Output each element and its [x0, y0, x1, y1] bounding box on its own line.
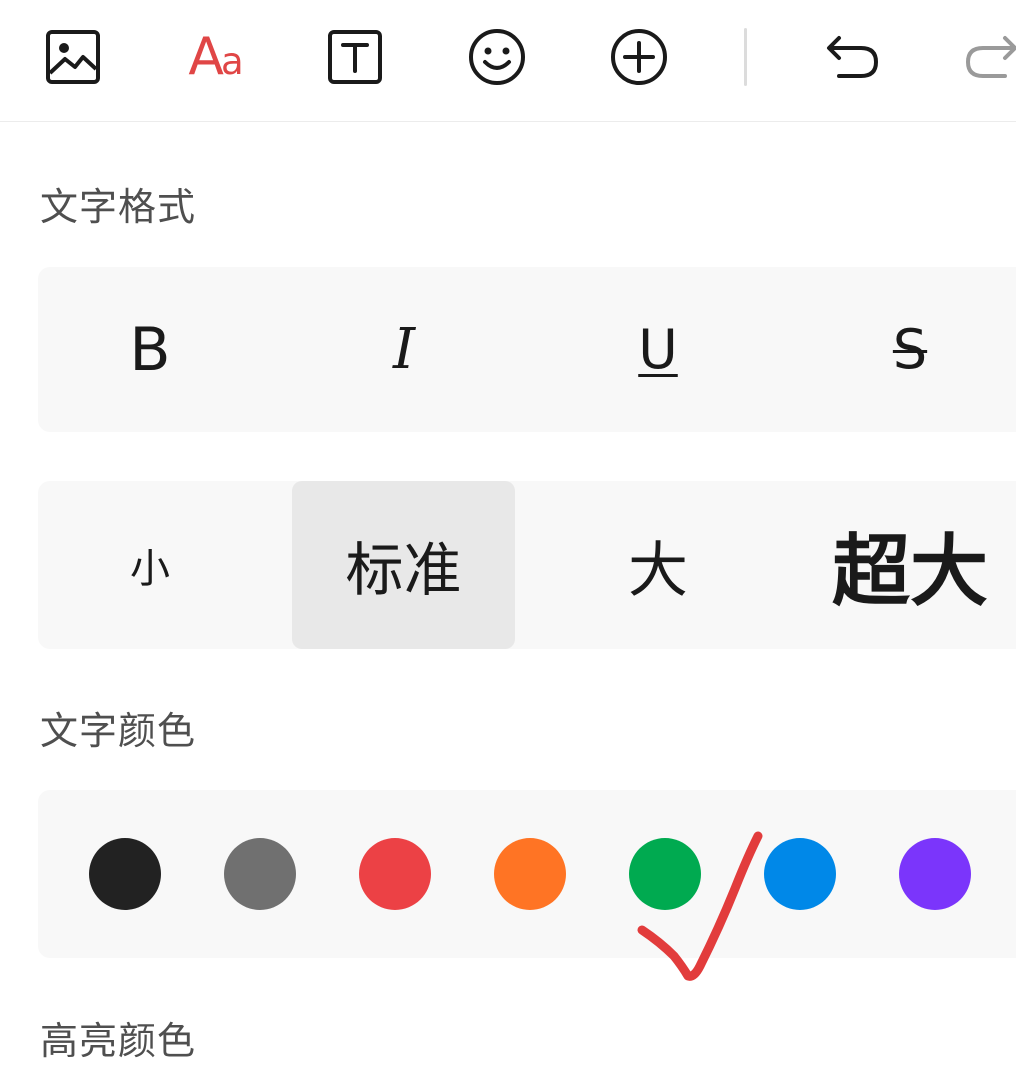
italic-label: I — [392, 317, 416, 382]
color-swatch-gray[interactable] — [224, 838, 296, 910]
italic-button[interactable]: I — [292, 267, 516, 432]
emoji-button[interactable] — [462, 22, 532, 92]
size-large-option[interactable]: 大 — [546, 481, 770, 649]
editor-toolbar: Aa — [0, 0, 1016, 122]
size-normal-label: 标准 — [345, 536, 462, 604]
text-format-button[interactable]: Aa — [180, 22, 252, 92]
redo-button[interactable] — [956, 22, 1016, 92]
underline-button[interactable]: U — [546, 267, 770, 432]
text-color-group — [38, 790, 1016, 958]
add-button[interactable] — [604, 22, 674, 92]
strikethrough-label: S — [892, 318, 928, 381]
text-style-group: B I U S — [38, 267, 1016, 432]
add-icon — [610, 28, 668, 86]
text-format-panel: Aa 文字格式 B I U S 小 标准 大 超大 文字颜色 高亮颜色 — [0, 0, 1016, 1075]
size-xlarge-option[interactable]: 超大 — [798, 481, 1016, 649]
color-swatch-orange[interactable] — [494, 838, 566, 910]
color-swatch-blue[interactable] — [764, 838, 836, 910]
text-color-title: 文字颜色 — [40, 709, 197, 753]
undo-icon — [825, 32, 881, 82]
toolbar-divider — [744, 28, 747, 86]
text-size-group: 小 标准 大 超大 — [38, 481, 1016, 649]
bold-label: B — [129, 314, 171, 385]
color-swatch-red[interactable] — [359, 838, 431, 910]
size-xlarge-label: 超大 — [831, 527, 988, 617]
image-icon — [45, 29, 101, 85]
strikethrough-button[interactable]: S — [798, 267, 1016, 432]
size-small-option[interactable]: 小 — [38, 481, 262, 649]
text-format-title: 文字格式 — [40, 185, 197, 229]
text-box-icon — [327, 29, 383, 85]
underline-label: U — [638, 318, 678, 381]
text-format-icon: Aa — [188, 27, 244, 87]
size-normal-option[interactable]: 标准 — [292, 481, 515, 649]
redo-icon — [963, 32, 1016, 82]
image-button[interactable] — [38, 22, 108, 92]
highlight-color-title: 高亮颜色 — [40, 1019, 197, 1063]
text-box-button[interactable] — [320, 22, 390, 92]
undo-button[interactable] — [818, 22, 888, 92]
emoji-icon — [468, 28, 526, 86]
size-small-label: 小 — [130, 546, 170, 592]
color-swatch-green[interactable] — [629, 838, 701, 910]
bold-button[interactable]: B — [38, 267, 262, 432]
size-large-label: 大 — [628, 535, 688, 606]
color-swatch-purple[interactable] — [899, 838, 971, 910]
color-swatch-black[interactable] — [89, 838, 161, 910]
